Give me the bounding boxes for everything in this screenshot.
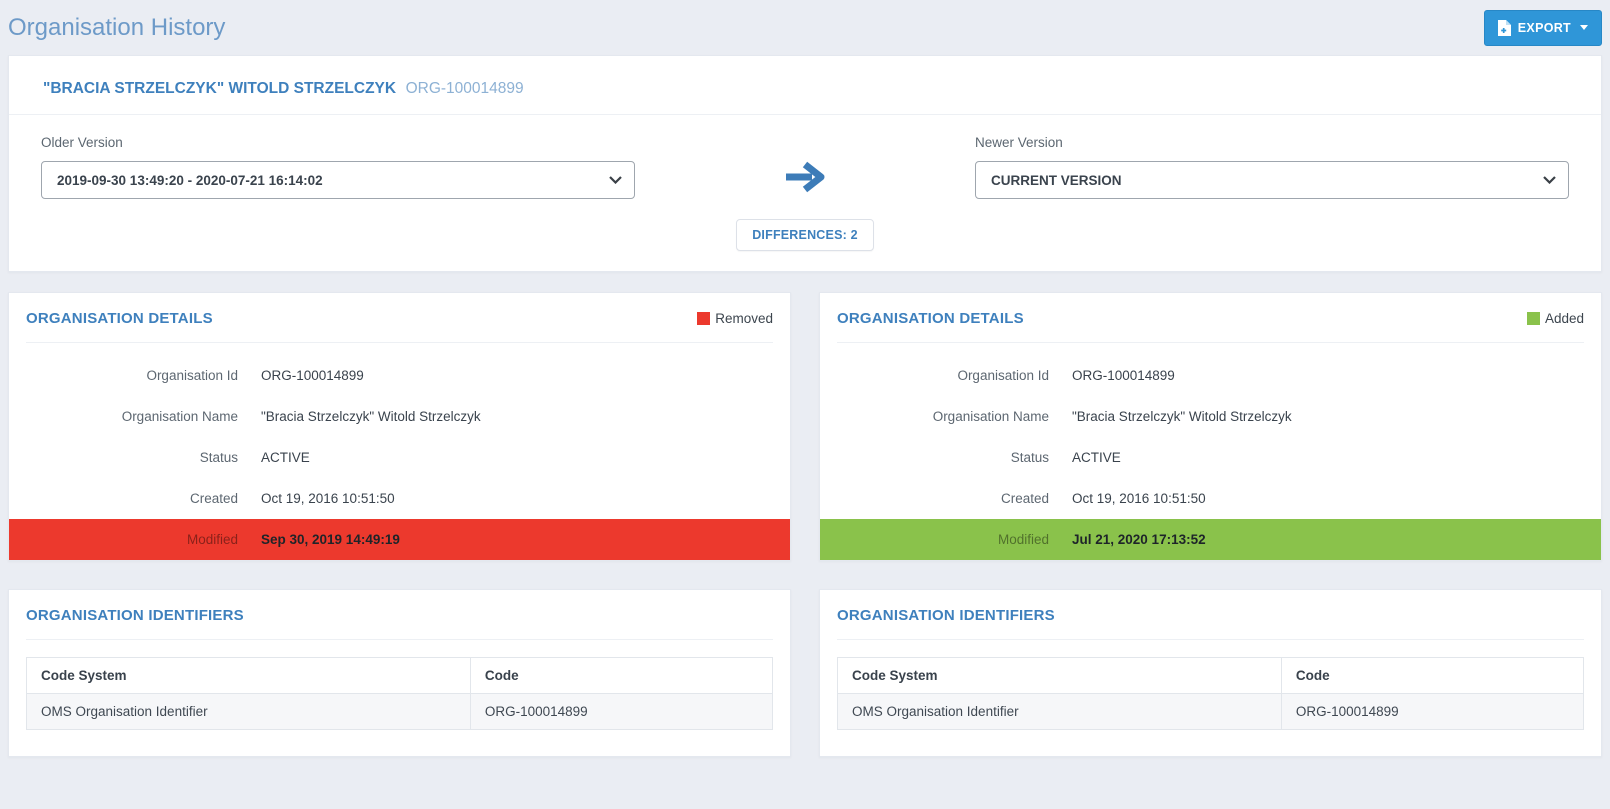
newer-version-label: Newer Version <box>975 135 1569 150</box>
table-row: OMS Organisation Identifier ORG-10001489… <box>838 694 1584 730</box>
identifiers-table: Code System Code OMS Organisation Identi… <box>26 657 773 730</box>
detail-row: Created Oct 19, 2016 10:51:50 <box>9 478 790 519</box>
removed-legend: Removed <box>697 311 773 326</box>
page-title: Organisation History <box>8 14 225 42</box>
compare-middle: DIFFERENCES: 2 <box>635 135 975 251</box>
added-legend-label: Added <box>1545 311 1584 326</box>
page: Organisation History EXPORT "BRACIA STRZ… <box>0 0 1610 757</box>
section-title: ORGANISATION DETAILS <box>26 310 213 327</box>
older-version-field: Older Version 2019-09-30 13:49:20 - 2020… <box>41 135 635 251</box>
column-header-code-system: Code System <box>838 658 1282 694</box>
column-header-code: Code <box>1281 658 1583 694</box>
detail-row-removed: Modified Sep 30, 2019 14:49:19 <box>9 519 790 560</box>
differences-badge: DIFFERENCES: 2 <box>736 219 874 251</box>
section-title: ORGANISATION IDENTIFIERS <box>837 607 1055 624</box>
section-title: ORGANISATION DETAILS <box>837 310 1024 327</box>
older-identifiers-panel: ORGANISATION IDENTIFIERS Code System Cod… <box>8 589 791 757</box>
detail-row: Organisation Id ORG-100014899 <box>820 355 1601 396</box>
divider <box>26 639 773 640</box>
details-comparison-row: ORGANISATION DETAILS Removed Organisatio… <box>8 292 1602 561</box>
older-version-label: Older Version <box>41 135 635 150</box>
newer-version-field: Newer Version CURRENT VERSION <box>975 135 1569 251</box>
detail-row: Status ACTIVE <box>820 437 1601 478</box>
detail-row: Organisation Name "Bracia Strzelczyk" Wi… <box>9 396 790 437</box>
table-row: OMS Organisation Identifier ORG-10001489… <box>27 694 773 730</box>
export-button-label: EXPORT <box>1518 21 1571 35</box>
organisation-heading: "BRACIA STRZELCZYK" WITOLD STRZELCZYK OR… <box>9 74 1601 114</box>
detail-row: Created Oct 19, 2016 10:51:50 <box>820 478 1601 519</box>
top-bar: Organisation History EXPORT <box>8 0 1602 55</box>
identifiers-comparison-row: ORGANISATION IDENTIFIERS Code System Cod… <box>8 589 1602 757</box>
code-cell: ORG-100014899 <box>1281 694 1583 730</box>
removed-color-swatch <box>697 312 710 325</box>
added-color-swatch <box>1527 312 1540 325</box>
organisation-id-heading: ORG-100014899 <box>406 80 524 97</box>
removed-legend-label: Removed <box>715 311 773 326</box>
detail-row-added: Modified Jul 21, 2020 17:13:52 <box>820 519 1601 560</box>
added-legend: Added <box>1527 311 1584 326</box>
divider <box>837 342 1584 343</box>
column-header-code: Code <box>470 658 772 694</box>
older-details-panel: ORGANISATION DETAILS Removed Organisatio… <box>8 292 791 561</box>
caret-down-icon <box>1580 25 1588 30</box>
arrow-right-icon <box>784 161 826 193</box>
code-system-cell: OMS Organisation Identifier <box>838 694 1282 730</box>
column-header-code-system: Code System <box>27 658 471 694</box>
version-compare-controls: Older Version 2019-09-30 13:49:20 - 2020… <box>9 115 1601 251</box>
divider <box>837 639 1584 640</box>
code-cell: ORG-100014899 <box>470 694 772 730</box>
organisation-name-heading: "BRACIA STRZELCZYK" WITOLD STRZELCZYK <box>43 80 396 97</box>
detail-row: Organisation Name "Bracia Strzelczyk" Wi… <box>820 396 1601 437</box>
newer-identifiers-panel: ORGANISATION IDENTIFIERS Code System Cod… <box>819 589 1602 757</box>
detail-row: Status ACTIVE <box>9 437 790 478</box>
version-compare-panel: "BRACIA STRZELCZYK" WITOLD STRZELCZYK OR… <box>8 55 1602 272</box>
older-version-select[interactable]: 2019-09-30 13:49:20 - 2020-07-21 16:14:0… <box>41 161 635 199</box>
file-export-icon <box>1498 20 1511 36</box>
detail-row: Organisation Id ORG-100014899 <box>9 355 790 396</box>
section-title: ORGANISATION IDENTIFIERS <box>26 607 244 624</box>
code-system-cell: OMS Organisation Identifier <box>27 694 471 730</box>
export-button[interactable]: EXPORT <box>1484 10 1602 46</box>
newer-details-panel: ORGANISATION DETAILS Added Organisation … <box>819 292 1602 561</box>
identifiers-table: Code System Code OMS Organisation Identi… <box>837 657 1584 730</box>
divider <box>26 342 773 343</box>
newer-version-select[interactable]: CURRENT VERSION <box>975 161 1569 199</box>
